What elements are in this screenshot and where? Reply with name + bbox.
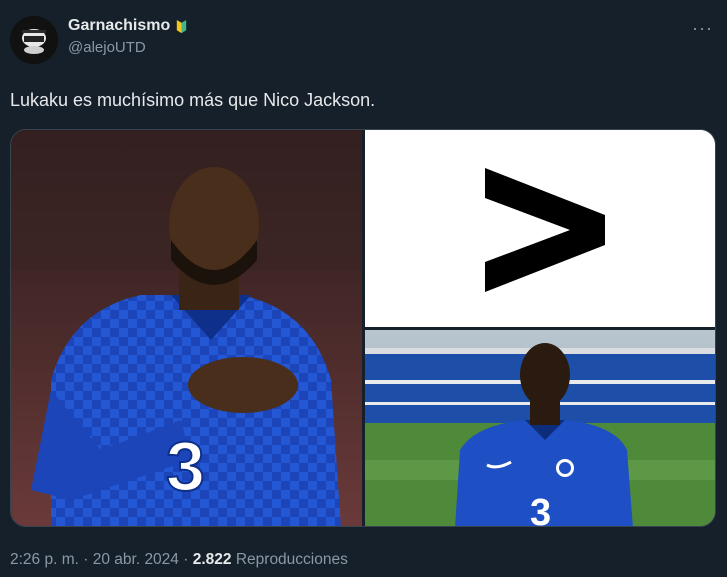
author-info: Garnachismo @alejoUTD (68, 17, 189, 56)
player-photo-jackson: 3 (365, 330, 715, 527)
views-count[interactable]: 2.822 (193, 551, 232, 568)
tweet-time[interactable]: 2:26 p. m. (10, 551, 79, 568)
tweet-text: Lukaku es muchísimo más que Nico Jackson… (10, 90, 376, 110)
beginner-badge-icon (177, 19, 187, 33)
media-image-left[interactable]: 3 (11, 130, 362, 526)
greater-than-symbol-icon (365, 130, 715, 327)
separator: · (183, 551, 189, 568)
player-photo-lukaku: 3 (11, 130, 362, 526)
separator: · (83, 551, 89, 568)
views-label: Reproducciones (235, 551, 348, 568)
media-image-top-right[interactable] (365, 130, 715, 327)
tweet-footer: 2:26 p. m. · 20 abr. 2024 · 2.822 Reprod… (10, 551, 348, 569)
avatar-image (10, 16, 58, 64)
display-name[interactable]: Garnachismo (68, 17, 170, 35)
avatar[interactable] (10, 16, 58, 64)
display-name-row[interactable]: Garnachismo (68, 17, 189, 35)
handle[interactable]: @alejoUTD (68, 39, 189, 56)
tweet: Garnachismo @alejoUTD ··· Lukaku es much… (0, 0, 727, 577)
media-image-bottom-right[interactable]: 3 (365, 330, 715, 527)
svg-text:3: 3 (530, 492, 551, 527)
media-grid: 3 3 (10, 129, 716, 527)
more-horizontal-icon[interactable]: ··· (692, 18, 713, 39)
tweet-date[interactable]: 20 abr. 2024 (93, 551, 179, 568)
svg-text:3: 3 (166, 427, 205, 505)
